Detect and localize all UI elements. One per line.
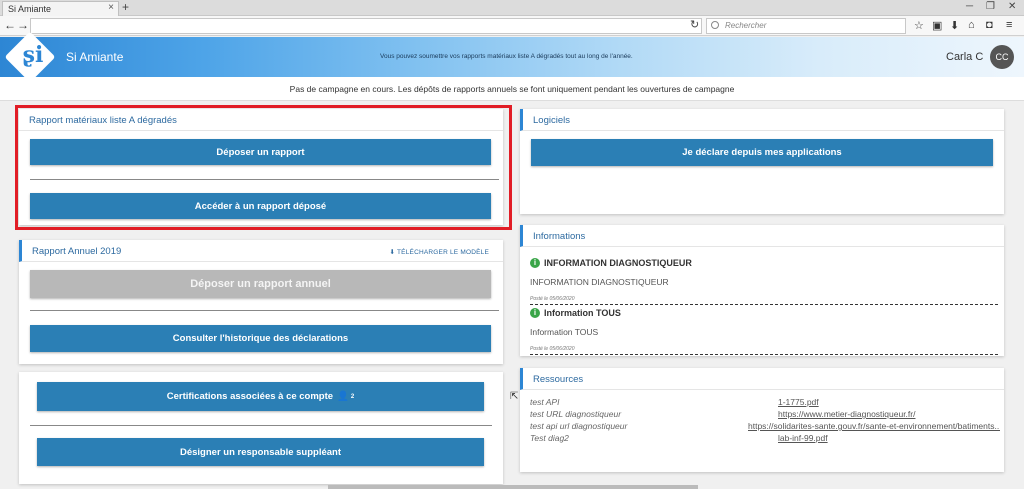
info-item: i INFORMATION DIAGNOSTIQUEUR INFORMATION …: [530, 258, 998, 305]
download-icon: ⬇: [389, 249, 398, 256]
resource-name: test API: [530, 397, 560, 407]
user-name[interactable]: Carla C: [946, 51, 983, 63]
resource-link[interactable]: 1-1775.pdf: [778, 397, 1018, 407]
info-heading: INFORMATION DIAGNOSTIQUEUR: [544, 258, 692, 268]
horizontal-scrollbar[interactable]: [328, 485, 698, 489]
card-title: Ressources: [520, 368, 1004, 390]
menu-icon[interactable]: ≡: [1006, 19, 1012, 31]
campaign-notice: Pas de campagne en cours. Les dépôts de …: [0, 77, 1024, 101]
info-heading: Information TOUS: [544, 308, 621, 318]
window-close-icon[interactable]: ✕: [1008, 1, 1016, 12]
resource-name: Test diag2: [530, 433, 569, 443]
card-informations: Informations i INFORMATION DIAGNOSTIQUEUR…: [520, 225, 1004, 356]
mouse-cursor-icon: ⇱: [510, 391, 519, 402]
url-input[interactable]: [30, 18, 702, 34]
app-name[interactable]: Si Amiante: [66, 50, 123, 64]
bookmark-star-icon[interactable]: ☆: [914, 19, 924, 32]
tab-close-icon[interactable]: ×: [108, 2, 114, 13]
history-button[interactable]: Consulter l'historique des déclarations: [30, 325, 491, 352]
info-item: i Information TOUS Information TOUS Posté…: [530, 308, 998, 355]
clipboard-icon[interactable]: ▣: [932, 19, 942, 32]
browser-nav-bar: ← → ↻ Rechercher ☆ ▣ ⬇ ⌂ ◘ ≡: [0, 16, 1024, 36]
resource-row: Test diag2 lab-inf-99.pdf: [530, 433, 1000, 445]
info-date: Posté le 05/06/2020: [530, 346, 998, 355]
certifications-label: Certifications associées à ce compte: [166, 391, 334, 402]
resource-link[interactable]: https://www.metier-diagnostiqueur.fr/: [778, 409, 1018, 419]
pocket-icon[interactable]: ◘: [986, 19, 993, 31]
certifications-count: 2: [350, 393, 355, 400]
avatar[interactable]: CC: [990, 45, 1014, 69]
resource-link[interactable]: lab-inf-99.pdf: [778, 433, 1018, 443]
search-icon: [711, 21, 719, 29]
tab-title: Si Amiante: [8, 4, 52, 14]
certifications-button[interactable]: Certifications associées à ce compte 👤 2: [37, 382, 484, 411]
resource-name: test api url diagnostiqueur: [530, 421, 628, 431]
card-title: Logiciels: [520, 109, 1004, 131]
divider: [30, 310, 499, 311]
home-icon[interactable]: ⌂: [968, 19, 975, 31]
highlight-frame: [15, 105, 512, 230]
new-tab-icon[interactable]: +: [122, 0, 129, 14]
browser-tab[interactable]: Si Amiante ×: [2, 1, 119, 16]
search-placeholder: Rechercher: [725, 21, 767, 30]
resource-row: test api url diagnostiqueur https://soli…: [530, 421, 1000, 433]
maximize-icon[interactable]: ❐: [986, 1, 995, 12]
info-icon: i: [530, 258, 540, 268]
info-body: INFORMATION DIAGNOSTIQUEUR: [530, 277, 669, 287]
app-header: ʂi Si Amiante Vous pouvez soumettre vos …: [0, 31, 1024, 83]
reload-icon[interactable]: ↻: [690, 18, 699, 31]
deposit-annual-report-button[interactable]: Déposer un rapport annuel: [30, 270, 491, 298]
resource-name: test URL diagnostiqueur: [530, 409, 622, 419]
info-date: Posté le 05/06/2020: [530, 296, 998, 305]
header-banner: Vous pouvez soumettre vos rapports matér…: [380, 53, 633, 60]
download-template-label: TÉLÉCHARGER LE MODÈLE: [397, 249, 489, 256]
download-template-link[interactable]: ⬇ TÉLÉCHARGER LE MODÈLE: [389, 248, 489, 256]
browser-tab-bar: Si Amiante × + ─ ❐ ✕: [0, 0, 1024, 16]
search-input[interactable]: Rechercher: [706, 18, 906, 34]
info-icon: i: [530, 308, 540, 318]
user-icon: 👤: [337, 391, 349, 402]
card-rapport-annuel: Rapport Annuel 2019 ⬇ TÉLÉCHARGER LE MOD…: [19, 240, 503, 364]
card-logiciels: Logiciels Je déclare depuis mes applicat…: [520, 109, 1004, 214]
resource-row: test URL diagnostiqueur https://www.meti…: [530, 409, 1000, 421]
back-icon[interactable]: ←: [4, 18, 16, 32]
forward-icon[interactable]: →: [17, 18, 29, 32]
card-ressources: Ressources test API 1-1775.pdf test URL …: [520, 368, 1004, 472]
logo-mark-icon: ʂi: [22, 42, 44, 68]
minimize-icon[interactable]: ─: [966, 1, 973, 12]
declare-from-apps-button[interactable]: Je déclare depuis mes applications: [531, 139, 993, 166]
resource-row: test API 1-1775.pdf: [530, 397, 1000, 409]
divider: [30, 425, 492, 426]
resource-link[interactable]: https://solidarites-sante.gouv.fr/sante-…: [748, 421, 1000, 431]
designate-substitute-button[interactable]: Désigner un responsable suppléant: [37, 438, 484, 466]
card-title: Informations: [520, 225, 1004, 247]
card-certifications: Certifications associées à ce compte 👤 2…: [19, 372, 503, 484]
download-icon[interactable]: ⬇: [950, 19, 959, 32]
info-body: Information TOUS: [530, 327, 599, 337]
